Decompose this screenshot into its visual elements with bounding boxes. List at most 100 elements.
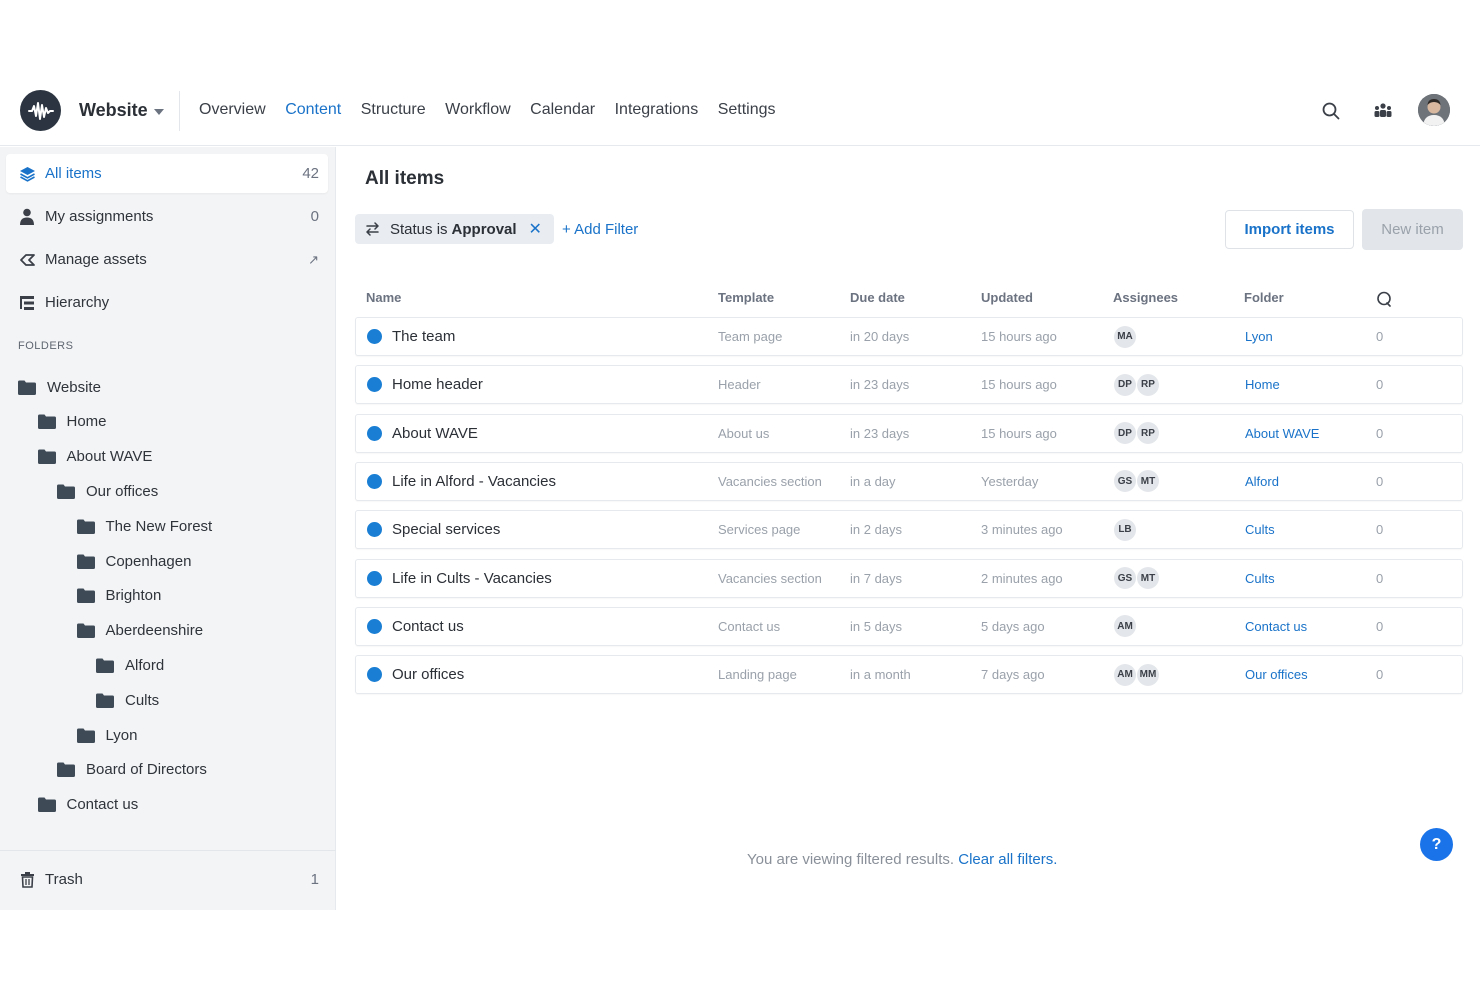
assignee-avatar[interactable]: MT	[1137, 567, 1159, 589]
item-name[interactable]: The team	[392, 318, 455, 355]
site-switcher[interactable]: Website	[79, 100, 164, 121]
item-folder-link[interactable]: Contact us	[1245, 608, 1307, 645]
folder-label: Lyon	[105, 726, 138, 744]
sidebar-item-all-items[interactable]: All items 42	[6, 154, 328, 193]
column-header-name[interactable]: Name	[366, 290, 401, 305]
folder-item-the-new-forest[interactable]: The New Forest	[76, 511, 213, 541]
nav-tab-structure[interactable]: Structure	[361, 101, 426, 119]
table-row[interactable]: Life in Alford - Vacancies Vacancies sect…	[355, 461, 1463, 501]
table-row[interactable]: Contact us Contact us in 5 days 5 days ago A…	[355, 606, 1463, 646]
help-button[interactable]: ?	[1420, 828, 1453, 861]
folder-item-our-offices[interactable]: Our offices	[57, 476, 158, 506]
table-row[interactable]: About WAVE About us in 23 days 15 hours ago…	[355, 413, 1463, 453]
folder-item-brighton[interactable]: Brighton	[76, 581, 161, 611]
remove-filter-icon[interactable]: ✕	[529, 219, 542, 239]
sidebar-item-my-assignments[interactable]: My assignments 0	[6, 197, 328, 236]
sidebar-item-trash[interactable]: Trash 1	[6, 860, 328, 899]
folder-item-cults[interactable]: Cults	[96, 685, 159, 715]
sidebar-item-hierarchy[interactable]: Hierarchy	[6, 283, 328, 322]
hierarchy-icon	[18, 294, 36, 312]
nav-tab-settings[interactable]: Settings	[718, 101, 776, 119]
column-header-assignees[interactable]: Assignees	[1113, 290, 1178, 305]
assignee-avatar[interactable]: AM	[1114, 615, 1136, 638]
new-item-button[interactable]: New item	[1362, 209, 1463, 250]
main-nav: Overview Content Structure Workflow Calendar…	[199, 101, 795, 119]
team-icon[interactable]	[1370, 98, 1396, 124]
folder-item-board-of-directors[interactable]: Board of Directors	[57, 755, 207, 785]
item-comment-count: 0	[1376, 329, 1384, 344]
nav-tab-workflow[interactable]: Workflow	[445, 101, 511, 119]
item-template: Contact us	[718, 618, 781, 634]
item-folder-link[interactable]: Lyon	[1245, 318, 1273, 355]
item-folder-link[interactable]: Home	[1245, 366, 1280, 403]
wave-logo-icon[interactable]	[20, 90, 61, 131]
status-filter-chip[interactable]: Status is Approval ✕	[355, 214, 554, 244]
item-due-date: in 23 days	[850, 377, 910, 393]
assignee-avatar[interactable]: RP	[1137, 422, 1159, 445]
folder-item-website[interactable]: Website	[18, 372, 101, 402]
assets-icon	[18, 251, 36, 269]
column-header-template[interactable]: Template	[718, 290, 774, 305]
status-dot	[367, 570, 382, 586]
nav-tab-integrations[interactable]: Integrations	[615, 101, 699, 119]
column-header-updated[interactable]: Updated	[981, 290, 1033, 305]
import-items-button[interactable]: Import items	[1225, 210, 1354, 249]
folder-icon	[76, 623, 95, 639]
column-header-due-date[interactable]: Due date	[850, 290, 905, 305]
assignee-avatar[interactable]: MM	[1137, 663, 1159, 686]
search-icon[interactable]	[1318, 98, 1344, 124]
folder-item-lyon[interactable]: Lyon	[76, 720, 138, 750]
sidebar-item-manage-assets[interactable]: Manage assets ↗	[6, 240, 328, 279]
assignee-avatar[interactable]: GS	[1114, 567, 1136, 589]
item-folder-link[interactable]: Our offices	[1245, 656, 1308, 693]
table-row[interactable]: The team Team page in 20 days 15 hours ago M…	[355, 317, 1463, 356]
item-name[interactable]: Special services	[392, 511, 500, 548]
folder-label: Board of Directors	[86, 761, 207, 779]
item-folder-link[interactable]: About WAVE	[1245, 415, 1319, 452]
assignee-avatar[interactable]: AM	[1114, 663, 1136, 686]
item-name[interactable]: Life in Cults - Vacancies	[392, 560, 552, 597]
folder-item-about-wave[interactable]: About WAVE	[37, 442, 152, 472]
item-name[interactable]: About WAVE	[392, 415, 478, 452]
item-due-date: in 2 days	[850, 522, 903, 538]
item-name[interactable]: Life in Alford - Vacancies	[392, 463, 556, 500]
nav-tab-overview[interactable]: Overview	[199, 101, 266, 119]
folder-item-home[interactable]: Home	[37, 407, 107, 437]
folder-label: Website	[47, 378, 101, 396]
item-name[interactable]: Our offices	[392, 656, 464, 693]
item-folder-link[interactable]: Cults	[1245, 511, 1275, 548]
add-filter-button[interactable]: + Add Filter	[562, 221, 638, 238]
folder-item-aberdeenshire[interactable]: Aberdeenshire	[76, 616, 203, 646]
folder-item-copenhagen[interactable]: Copenhagen	[76, 546, 191, 576]
folder-label: The New Forest	[105, 517, 213, 535]
folder-item-alford[interactable]: Alford	[96, 650, 164, 680]
assignee-avatar[interactable]: DP	[1114, 422, 1136, 445]
item-template: Vacancies section	[718, 570, 822, 586]
item-folder-link[interactable]: Cults	[1245, 560, 1275, 597]
nav-tab-content[interactable]: Content	[285, 101, 341, 119]
clear-filters-link[interactable]: Clear all filters.	[958, 851, 1057, 868]
item-count: 42	[302, 165, 319, 182]
assignee-avatar[interactable]: DP	[1114, 373, 1136, 396]
table-row[interactable]: Special services Services page in 2 days 3 …	[355, 510, 1463, 550]
item-name[interactable]: Contact us	[392, 608, 464, 645]
user-avatar[interactable]	[1418, 94, 1450, 126]
folder-label: Contact us	[66, 796, 139, 814]
comments-icon[interactable]	[1376, 291, 1392, 310]
assignee-avatar[interactable]: MT	[1137, 470, 1159, 493]
assignee-avatar[interactable]: GS	[1114, 470, 1136, 493]
table-row[interactable]: Our offices Landing page in a month 7 days …	[355, 655, 1463, 695]
item-updated: 15 hours ago	[981, 425, 1057, 441]
column-header-folder[interactable]: Folder	[1244, 290, 1284, 305]
sidebar-item-label: Hierarchy	[45, 294, 110, 311]
table-row[interactable]: Life in Cults - Vacancies Vacancies secti…	[355, 558, 1463, 598]
item-name[interactable]: Home header	[392, 366, 483, 403]
status-dot	[367, 473, 382, 489]
folder-item-contact-us[interactable]: Contact us	[37, 790, 139, 820]
item-folder-link[interactable]: Alford	[1245, 463, 1279, 500]
assignee-avatar[interactable]: MA	[1114, 325, 1136, 348]
table-row[interactable]: Home header Header in 23 days 15 hours ago D…	[355, 365, 1463, 405]
assignee-avatar[interactable]: LB	[1114, 518, 1136, 541]
assignee-avatar[interactable]: RP	[1137, 373, 1159, 396]
nav-tab-calendar[interactable]: Calendar	[530, 101, 595, 119]
